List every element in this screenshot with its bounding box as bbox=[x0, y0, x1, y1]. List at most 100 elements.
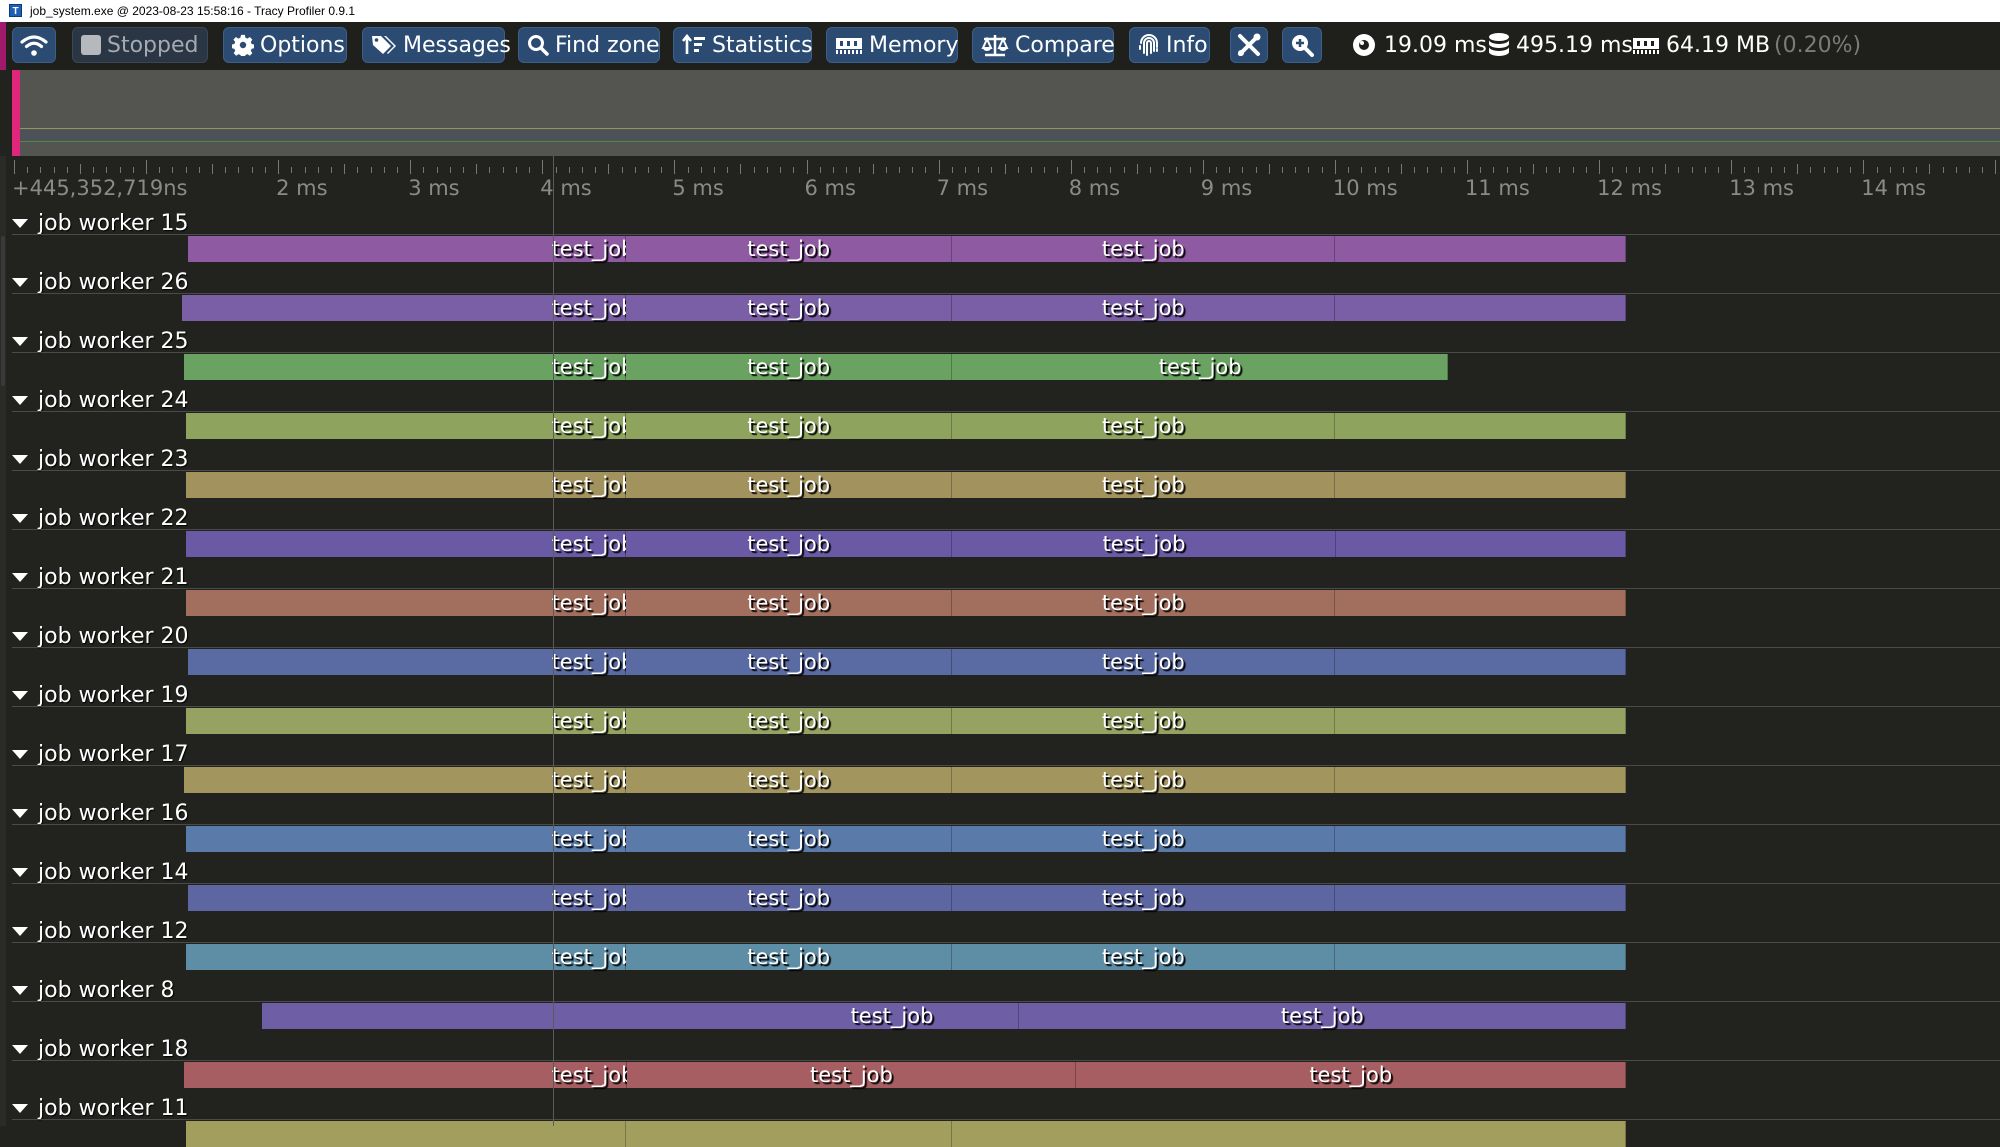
zone-block[interactable] bbox=[185, 1121, 626, 1147]
tools-button[interactable] bbox=[1230, 27, 1268, 63]
time-tick-label: 14 ms bbox=[1861, 176, 1927, 200]
minor-tick bbox=[1665, 164, 1667, 174]
time-ruler[interactable]: +445,352,719ns 2 ms 3 ms 4 ms 5 ms 6 ms 7 ms 8… bbox=[12, 156, 2000, 216]
collapse-triangle-icon[interactable] bbox=[12, 1103, 28, 1113]
thread-name: job worker 23 bbox=[38, 446, 189, 472]
zone-block[interactable] bbox=[1334, 708, 1626, 734]
major-tick bbox=[1995, 160, 1997, 174]
tools-icon bbox=[1238, 33, 1261, 56]
zone-block[interactable] bbox=[1334, 944, 1626, 970]
zone-block[interactable] bbox=[1334, 590, 1626, 616]
collapse-triangle-icon[interactable] bbox=[12, 218, 28, 228]
time-tick-label: 9 ms bbox=[1200, 176, 1253, 200]
minor-tick bbox=[1757, 167, 1759, 173]
minor-tick bbox=[330, 167, 332, 173]
zone-label: test_job bbox=[551, 532, 635, 556]
zone-block[interactable] bbox=[1334, 885, 1626, 911]
minor-tick bbox=[383, 167, 385, 173]
time-tick-label: 6 ms bbox=[804, 176, 856, 200]
collapse-triangle-icon[interactable] bbox=[12, 985, 28, 995]
collapse-triangle-icon[interactable] bbox=[12, 749, 28, 759]
collapse-triangle-icon[interactable] bbox=[12, 277, 28, 287]
collapse-triangle-icon[interactable] bbox=[12, 867, 28, 877]
frame-overview[interactable] bbox=[12, 70, 2000, 156]
statistics-button[interactable]: Statistics bbox=[673, 27, 813, 63]
minor-tick bbox=[344, 164, 346, 174]
major-tick bbox=[1202, 160, 1204, 174]
zone-block[interactable] bbox=[1334, 236, 1626, 262]
minor-tick bbox=[1268, 164, 1270, 174]
time-start-label: +445,352,719ns bbox=[12, 176, 188, 200]
zone-label: test_job bbox=[747, 296, 831, 320]
zone-label: test_job bbox=[1101, 414, 1185, 438]
zone-block[interactable] bbox=[1334, 649, 1626, 675]
find-zone-button[interactable]: Find zone bbox=[518, 27, 660, 63]
compare-button[interactable]: Compare bbox=[972, 27, 1115, 63]
collapse-triangle-icon[interactable] bbox=[12, 808, 28, 818]
time-tick-label: 8 ms bbox=[1068, 176, 1121, 200]
compare-label: Compare bbox=[1015, 32, 1115, 58]
memory-label: Memory bbox=[869, 32, 959, 58]
minor-tick bbox=[515, 167, 517, 173]
zone-label: test_job bbox=[1101, 827, 1185, 851]
messages-button[interactable]: Messages bbox=[362, 27, 511, 63]
major-tick bbox=[674, 160, 676, 174]
zone-block[interactable] bbox=[1334, 472, 1626, 498]
minor-tick bbox=[251, 167, 253, 173]
zone-label: test_job bbox=[747, 650, 831, 674]
minor-tick bbox=[1625, 167, 1627, 173]
minor-tick bbox=[1850, 167, 1852, 173]
minor-tick bbox=[1902, 167, 1904, 173]
zone-block[interactable] bbox=[1334, 826, 1626, 852]
info-button[interactable]: Info bbox=[1129, 27, 1210, 63]
zone-label: test_job bbox=[747, 532, 831, 556]
connection-button[interactable] bbox=[12, 27, 56, 63]
minor-tick bbox=[225, 167, 227, 173]
collapse-triangle-icon[interactable] bbox=[12, 454, 28, 464]
memory-button[interactable]: Memory bbox=[826, 27, 958, 63]
collapse-triangle-icon[interactable] bbox=[12, 1044, 28, 1054]
zone-block[interactable] bbox=[951, 1121, 1626, 1147]
zone-block[interactable] bbox=[625, 1121, 952, 1147]
zoom-button[interactable] bbox=[1282, 27, 1322, 63]
major-tick bbox=[278, 160, 280, 174]
minor-tick bbox=[753, 167, 755, 173]
vertical-scrollbar[interactable] bbox=[0, 156, 6, 1126]
zone-block[interactable] bbox=[1334, 295, 1626, 321]
minor-tick bbox=[872, 164, 874, 174]
zone-label: test_job bbox=[809, 1063, 893, 1087]
collapse-triangle-icon[interactable] bbox=[12, 513, 28, 523]
database-icon bbox=[1489, 33, 1509, 56]
zone-label: test_job bbox=[1101, 709, 1185, 733]
minor-tick bbox=[212, 164, 214, 174]
thread-name: job worker 20 bbox=[38, 623, 189, 649]
zone-label: test_job bbox=[1101, 591, 1185, 615]
time-tick-label: 12 ms bbox=[1597, 176, 1662, 200]
minor-tick bbox=[1149, 167, 1151, 173]
frame-marker[interactable] bbox=[12, 70, 20, 156]
minor-tick bbox=[1031, 167, 1033, 173]
collapse-triangle-icon[interactable] bbox=[12, 631, 28, 641]
collapse-triangle-icon[interactable] bbox=[12, 926, 28, 936]
eye-icon bbox=[1353, 34, 1375, 56]
zone-block[interactable] bbox=[1334, 767, 1626, 793]
zone-block[interactable] bbox=[1336, 531, 1626, 557]
collapse-triangle-icon[interactable] bbox=[12, 395, 28, 405]
zone-label: test_job bbox=[747, 709, 831, 733]
zone-block[interactable] bbox=[1334, 413, 1626, 439]
minor-tick bbox=[1308, 167, 1310, 173]
overview-line bbox=[20, 128, 2000, 129]
stopped-button[interactable]: Stopped bbox=[72, 27, 208, 63]
options-button[interactable]: Options bbox=[223, 27, 347, 63]
zone-label: test_job bbox=[747, 355, 831, 379]
minor-tick bbox=[264, 167, 266, 173]
collapse-triangle-icon[interactable] bbox=[12, 336, 28, 346]
scrollbar-thumb[interactable] bbox=[1, 236, 5, 386]
time-tick-label: 5 ms bbox=[672, 176, 724, 200]
collapse-triangle-icon[interactable] bbox=[12, 690, 28, 700]
collapse-triangle-icon[interactable] bbox=[12, 572, 28, 582]
minor-tick bbox=[1427, 167, 1429, 173]
thread-separator bbox=[12, 883, 2000, 884]
tracy-app-icon: T bbox=[9, 4, 22, 17]
zone-label: test_job bbox=[1158, 355, 1242, 379]
